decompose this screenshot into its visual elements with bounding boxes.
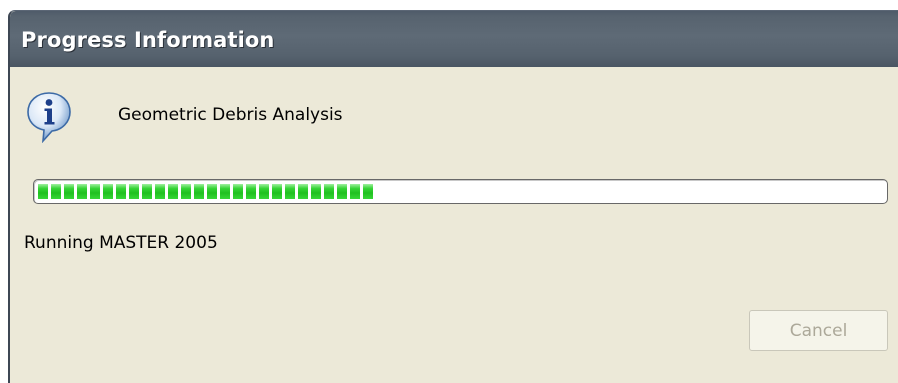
info-icon [27,92,71,143]
progress-bar [33,179,888,204]
progress-bar-fill [38,184,373,199]
title-bar[interactable]: Progress Information [10,11,898,67]
status-text: Running MASTER 2005 [24,233,218,253]
progress-dialog-window: Progress Information Geometric Debris An… [8,10,898,383]
dialog-body: Geometric Debris Analysis Running MASTER… [10,67,898,383]
cancel-button[interactable]: Cancel [749,310,888,351]
dialog-message: Geometric Debris Analysis [118,105,343,125]
window-title: Progress Information [21,28,275,52]
